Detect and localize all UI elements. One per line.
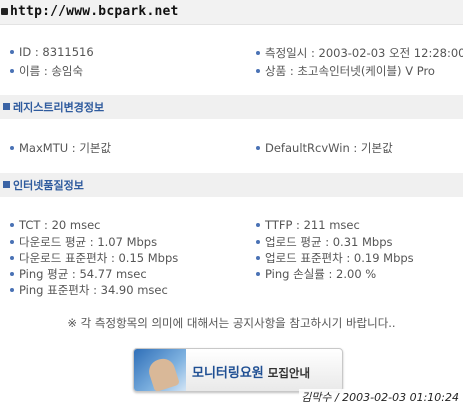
info-name-text: 이름 : 송임숙: [19, 64, 84, 78]
info-id-text: ID : 8311516: [19, 45, 94, 59]
notice-text: ※ 각 측정항목의 의미에 대해서는 공지사항을 참고하시기 바랍니다..: [67, 316, 396, 330]
recruit-banner-button[interactable]: 모니터링요원 모집안내: [133, 348, 343, 392]
registry-rcvwin: DefaultRcvWin : 기본값: [256, 140, 393, 156]
bullet-icon: [10, 68, 14, 73]
info-product: 상품 : 초고속인터넷(케이블) V Pro: [256, 63, 435, 79]
site-url-link[interactable]: http://www.bcpark.net: [1, 4, 179, 19]
bullet-icon: [256, 239, 260, 244]
quality-down-avg-text: 다운로드 평균 : 1.07 Mbps: [19, 235, 158, 249]
quality-tct-text: TCT : 20 msec: [19, 218, 101, 232]
registry-maxmtu: MaxMTU : 기본값: [10, 140, 111, 156]
url-bar: http://www.bcpark.net: [0, 0, 463, 25]
banner-photo: [134, 349, 186, 391]
bullet-icon: [10, 145, 14, 150]
quality-ping-std-text: Ping 표준편차 : 34.90 msec: [19, 283, 168, 297]
bullet-icon: [10, 239, 14, 244]
bullet-icon: [10, 49, 14, 54]
bullet-icon: [10, 287, 14, 292]
banner-label: 모니터링요원 모집안내: [192, 362, 310, 381]
registry-section-title: 레지스트리변경정보: [13, 101, 105, 114]
banner-main-text: 모니터링요원: [192, 366, 264, 381]
info-product-text: 상품 : 초고속인터넷(케이블) V Pro: [265, 64, 435, 78]
bullet-icon: [256, 68, 260, 73]
quality-up-avg: 업로드 평균 : 0.31 Mbps: [256, 234, 393, 250]
quality-down-avg: 다운로드 평균 : 1.07 Mbps: [10, 234, 157, 250]
registry-maxmtu-text: MaxMTU : 기본값: [19, 141, 112, 155]
quality-down-std-text: 다운로드 표준편차 : 0.15 Mbps: [19, 251, 179, 265]
quality-tct: TCT : 20 msec: [10, 218, 100, 232]
quality-ttfp: TTFP : 211 msec: [256, 218, 360, 232]
registry-section-header: 레지스트리변경정보: [0, 95, 463, 119]
bullet-icon: [10, 271, 14, 276]
quality-up-avg-text: 업로드 평균 : 0.31 Mbps: [265, 235, 393, 249]
bullet-icon: [256, 271, 260, 276]
quality-ttfp-text: TTFP : 211 msec: [265, 218, 360, 232]
bullet-icon: [256, 255, 260, 260]
bullet-icon: [256, 50, 260, 55]
quality-ping-avg: Ping 평균 : 54.77 msec: [10, 266, 147, 282]
section-marker-icon: [3, 103, 10, 110]
info-name: 이름 : 송임숙: [10, 63, 83, 79]
bullet-icon: [10, 222, 14, 227]
info-measure-time: 측정일시 : 2003-02-03 오전 12:28:00: [256, 45, 463, 61]
section-marker-icon: [3, 181, 10, 188]
signature: 김막수 / 2003-02-03 01:10:24: [299, 389, 461, 405]
quality-ping-std: Ping 표준편차 : 34.90 msec: [10, 282, 168, 298]
registry-rcvwin-text: DefaultRcvWin : 기본값: [265, 141, 393, 155]
quality-ping-loss-text: Ping 손실률 : 2.00 %: [265, 267, 377, 281]
quality-section-header: 인터넷품질정보: [0, 173, 463, 197]
bullet-icon: [10, 255, 14, 260]
quality-section-title: 인터넷품질정보: [13, 179, 84, 192]
quality-down-std: 다운로드 표준편차 : 0.15 Mbps: [10, 250, 178, 266]
quality-ping-avg-text: Ping 평균 : 54.77 msec: [19, 267, 147, 281]
info-id: ID : 8311516: [10, 45, 94, 59]
bullet-icon: [256, 222, 260, 227]
banner-sub-text: 모집안내: [267, 366, 311, 380]
bullet-icon: [256, 145, 260, 150]
quality-up-std: 업로드 표준편차 : 0.19 Mbps: [256, 250, 414, 266]
quality-up-std-text: 업로드 표준편차 : 0.19 Mbps: [265, 251, 414, 265]
info-measure-time-text: 측정일시 : 2003-02-03 오전 12:28:00: [265, 46, 463, 60]
quality-ping-loss: Ping 손실률 : 2.00 %: [256, 266, 376, 282]
